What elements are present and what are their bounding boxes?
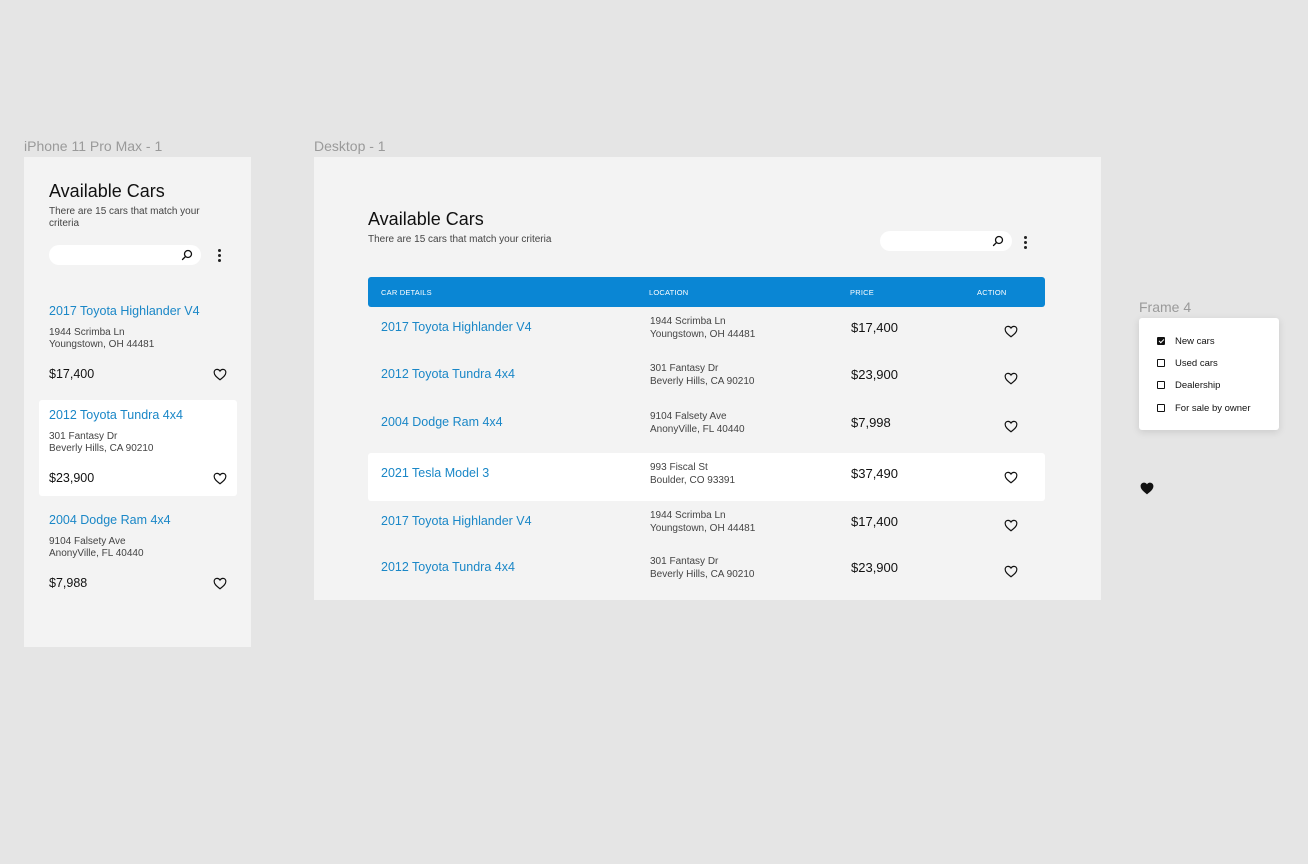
- table-row[interactable]: 2012 Toyota Tundra 4x4 301 Fantasy Dr Beve…: [368, 547, 1045, 595]
- car-address: 301 Fantasy Dr Beverly Hills, CA 90210: [650, 556, 755, 581]
- heart-icon[interactable]: [1004, 471, 1018, 484]
- table-row[interactable]: 2017 Toyota Highlander V4 1944 Scrimba Ln…: [368, 307, 1045, 355]
- kebab-menu-icon[interactable]: [216, 249, 222, 263]
- car-address: 1944 Scrimba Ln Youngstown, OH 44481: [650, 316, 755, 341]
- checkbox[interactable]: [1157, 359, 1165, 367]
- car-name-link[interactable]: 2017 Toyota Highlander V4: [381, 320, 532, 334]
- address-line-1: 1944 Scrimba Ln: [650, 316, 726, 327]
- address-line-2: Beverly Hills, CA 90210: [650, 568, 755, 580]
- filter-option[interactable]: For sale by owner: [1157, 402, 1251, 414]
- address-line-1: 9104 Falsety Ave: [49, 536, 126, 547]
- heart-icon[interactable]: [213, 472, 227, 485]
- car-name-link[interactable]: 2012 Toyota Tundra 4x4: [381, 560, 515, 574]
- address-line-2: Beverly Hills, CA 90210: [650, 375, 755, 387]
- car-price: $17,400: [49, 367, 95, 381]
- table-header: CAR DETAILS LOCATION PRICE ACTION: [368, 277, 1045, 307]
- desktop-frame: Available Cars There are 15 cars that ma…: [314, 157, 1101, 600]
- car-name-link[interactable]: 2012 Toyota Tundra 4x4: [381, 367, 515, 381]
- filter-option-label: Dealership: [1175, 379, 1221, 391]
- address-line-2: AnonyVille, FL 40440: [650, 423, 745, 435]
- search-icon[interactable]: [181, 249, 193, 261]
- frame-label-filter: Frame 4: [1139, 299, 1192, 315]
- heart-icon[interactable]: [213, 577, 227, 590]
- column-header-action[interactable]: ACTION: [977, 288, 1007, 297]
- address-line-2: Boulder, CO 93391: [650, 474, 736, 486]
- table-row[interactable]: 2017 Toyota Highlander V4 1944 Scrimba Ln…: [368, 501, 1045, 549]
- address-line-1: 301 Fantasy Dr: [49, 431, 118, 442]
- car-card[interactable]: 2012 Toyota Tundra 4x4 301 Fantasy Dr Beve…: [39, 400, 237, 496]
- table-row[interactable]: 2004 Dodge Ram 4x4 9104 Falsety Ave AnonyV…: [368, 402, 1045, 450]
- car-price: $37,490: [851, 466, 898, 481]
- filter-panel: New cars Used cars Dealership For sale by o…: [1139, 318, 1279, 430]
- car-price: $7,998: [851, 415, 891, 430]
- car-card[interactable]: 2004 Dodge Ram 4x4 9104 Falsety Ave AnonyV…: [39, 505, 237, 601]
- kebab-menu-icon[interactable]: [1022, 236, 1028, 250]
- filter-option-label: New cars: [1175, 335, 1215, 347]
- page-title: Available Cars: [49, 181, 165, 201]
- heart-icon[interactable]: [1004, 519, 1018, 532]
- heart-icon[interactable]: [1004, 565, 1018, 578]
- heart-icon[interactable]: [1004, 325, 1018, 338]
- checkbox[interactable]: [1157, 337, 1165, 345]
- car-price: $23,900: [851, 560, 898, 575]
- checkbox[interactable]: [1157, 381, 1165, 389]
- heart-icon[interactable]: [1004, 420, 1018, 433]
- car-name-link[interactable]: 2017 Toyota Highlander V4: [381, 514, 532, 528]
- car-price: $7,988: [49, 576, 88, 590]
- car-name-link[interactable]: 2012 Toyota Tundra 4x4: [49, 408, 183, 422]
- car-address: 301 Fantasy Dr Beverly Hills, CA 90210: [650, 363, 755, 388]
- table-row[interactable]: 2021 Tesla Model 3 993 Fiscal St Boulder, …: [368, 453, 1045, 501]
- column-header-price[interactable]: PRICE: [850, 288, 874, 297]
- car-card[interactable]: 2017 Toyota Highlander V4 1944 Scrimba Ln…: [39, 296, 237, 392]
- address-line-2: Youngstown, OH 44481: [650, 522, 756, 534]
- phone-frame: Available Cars There are 15 cars that ma…: [24, 157, 251, 647]
- car-name-link[interactable]: 2021 Tesla Model 3: [381, 466, 489, 480]
- car-price: $23,900: [49, 471, 95, 485]
- page-title: Available Cars: [368, 209, 484, 229]
- filter-option[interactable]: Used cars: [1157, 357, 1218, 369]
- car-name-link[interactable]: 2017 Toyota Highlander V4: [49, 304, 200, 318]
- heart-icon[interactable]: [1004, 372, 1018, 385]
- address-line-1: 993 Fiscal St: [650, 462, 708, 473]
- address-line-1: 301 Fantasy Dr: [650, 556, 719, 567]
- car-address: 9104 Falsety Ave AnonyVille, FL 40440: [650, 411, 745, 436]
- car-name-link[interactable]: 2004 Dodge Ram 4x4: [381, 415, 503, 429]
- search-icon[interactable]: [992, 235, 1004, 247]
- filter-option-label: Used cars: [1175, 357, 1218, 369]
- address-line-1: 1944 Scrimba Ln: [650, 510, 726, 521]
- address-line-1: 301 Fantasy Dr: [650, 363, 719, 374]
- page-subtitle: There are 15 cars that match your criter…: [368, 234, 552, 245]
- search-input[interactable]: [880, 231, 1012, 251]
- column-header-location[interactable]: LOCATION: [649, 288, 688, 297]
- car-price: $17,400: [851, 320, 898, 335]
- page-subtitle: There are 15 cars that match your criter…: [49, 206, 200, 229]
- frame-label-phone: iPhone 11 Pro Max - 1: [24, 138, 163, 154]
- car-address: 301 Fantasy Dr Beverly Hills, CA 90210: [49, 431, 154, 455]
- heart-icon[interactable]: [213, 368, 227, 381]
- car-address: 1944 Scrimba Ln Youngstown, OH 44481: [650, 510, 755, 535]
- heart-filled-icon[interactable]: [1140, 482, 1154, 495]
- search-input[interactable]: [49, 245, 201, 265]
- address-line-1: 1944 Scrimba Ln: [49, 327, 125, 338]
- filter-option[interactable]: Dealership: [1157, 379, 1220, 391]
- table-row[interactable]: 2012 Toyota Tundra 4x4 301 Fantasy Dr Beve…: [368, 354, 1045, 402]
- car-name-link[interactable]: 2004 Dodge Ram 4x4: [49, 513, 171, 527]
- column-header-car-details[interactable]: CAR DETAILS: [381, 288, 432, 297]
- address-line-1: 9104 Falsety Ave: [650, 411, 727, 422]
- car-address: 9104 Falsety Ave AnonyVille, FL 40440: [49, 536, 144, 560]
- filter-option-label: For sale by owner: [1175, 402, 1251, 414]
- car-address: 1944 Scrimba Ln Youngstown, OH 44481: [49, 327, 154, 351]
- filter-option[interactable]: New cars: [1157, 335, 1215, 347]
- address-line-2: Beverly Hills, CA 90210: [49, 443, 154, 454]
- car-price: $23,900: [851, 367, 898, 382]
- address-line-2: Youngstown, OH 44481: [49, 339, 155, 350]
- address-line-2: AnonyVille, FL 40440: [49, 548, 144, 559]
- checkbox[interactable]: [1157, 404, 1165, 412]
- car-address: 993 Fiscal St Boulder, CO 93391: [650, 462, 735, 487]
- car-price: $17,400: [851, 514, 898, 529]
- frame-label-desktop: Desktop - 1: [314, 138, 386, 154]
- address-line-2: Youngstown, OH 44481: [650, 328, 756, 340]
